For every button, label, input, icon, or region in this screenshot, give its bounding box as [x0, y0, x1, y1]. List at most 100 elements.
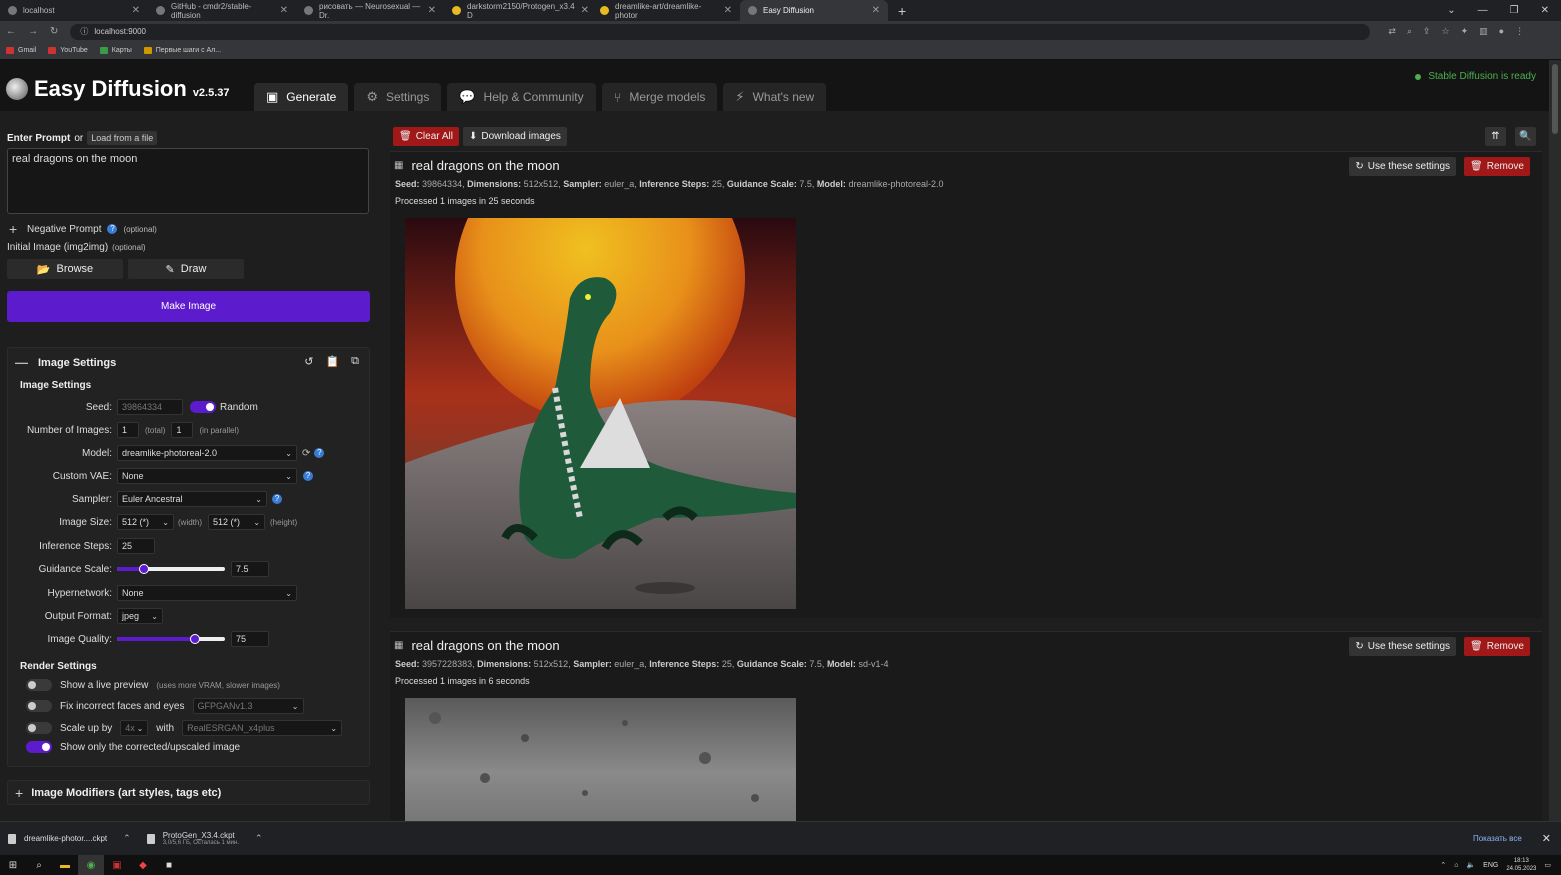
- help-icon[interactable]: ?: [314, 448, 325, 458]
- explorer-icon[interactable]: ▬: [52, 855, 78, 875]
- browser-tab[interactable]: GitHub - cmdr2/stable-diffusion ✕: [148, 0, 296, 21]
- back-icon[interactable]: ←: [6, 26, 16, 37]
- help-icon[interactable]: ?: [272, 494, 282, 504]
- bookmark-first-steps[interactable]: Первые шаги с Ал...: [143, 47, 221, 54]
- browser-tab[interactable]: localhost ✕: [0, 0, 148, 21]
- close-icon[interactable]: ✕: [724, 5, 732, 16]
- url-input[interactable]: ⓘ localhost:9000: [70, 23, 1371, 40]
- tab-settings[interactable]: ⚙ Settings: [354, 83, 442, 111]
- use-settings-button[interactable]: ↻ Use these settings: [1349, 157, 1456, 176]
- bookmark-maps[interactable]: Карты: [99, 47, 132, 54]
- image-modifiers-header[interactable]: + Image Modifiers (art styles, tags etc): [7, 780, 370, 805]
- clipboard-icon[interactable]: 📋: [325, 355, 339, 368]
- height-select[interactable]: 512 (*) ⌄: [208, 514, 266, 530]
- use-settings-button[interactable]: ↻ Use these settings: [1349, 637, 1456, 656]
- reset-icon[interactable]: ↺: [304, 355, 313, 368]
- grip-icon[interactable]: ▦: [394, 640, 403, 651]
- quality-input[interactable]: 75: [231, 631, 269, 647]
- zoom-icon[interactable]: ⌕: [1407, 26, 1412, 37]
- sampler-select[interactable]: Euler Ancestral ⌄: [117, 491, 267, 507]
- show-corrected-toggle[interactable]: [26, 741, 52, 753]
- steps-input[interactable]: 25: [117, 538, 155, 554]
- auto-scroll-button[interactable]: ⇈: [1485, 127, 1506, 146]
- num-images-input[interactable]: 1: [117, 422, 139, 438]
- grip-icon[interactable]: ▦: [394, 160, 403, 171]
- vae-select[interactable]: None ⌄: [117, 468, 297, 484]
- browser-tab[interactable]: рисовать — Neurosexual — Dr. ✕: [296, 0, 444, 21]
- refresh-icon[interactable]: ⟳: [302, 448, 310, 459]
- volume-icon[interactable]: 🔈: [1466, 861, 1475, 869]
- show-all-downloads-link[interactable]: Показать все: [1463, 834, 1532, 843]
- bookmark-gmail[interactable]: Gmail: [6, 47, 36, 54]
- prompt-textarea[interactable]: real dragons on the moon: [7, 148, 369, 214]
- tab-help-community[interactable]: 💬 Help & Community: [447, 83, 596, 111]
- model-select[interactable]: dreamlike-photoreal-2.0 ⌄: [117, 445, 297, 461]
- output-format-select[interactable]: jpeg ⌄: [117, 608, 163, 624]
- browse-button[interactable]: 📂 Browse: [7, 259, 123, 279]
- fix-faces-toggle[interactable]: [26, 700, 52, 712]
- tab-merge-models[interactable]: ⑂ Merge models: [601, 83, 718, 111]
- help-icon[interactable]: ?: [303, 471, 313, 481]
- quality-slider[interactable]: [117, 634, 225, 644]
- width-select[interactable]: 512 (*) ⌄: [117, 514, 174, 530]
- scale-up-toggle[interactable]: [26, 722, 52, 734]
- download-images-button[interactable]: ⬇ Download images: [463, 127, 567, 146]
- star-icon[interactable]: ☆: [1442, 26, 1450, 37]
- close-icon[interactable]: ✕: [132, 5, 140, 16]
- hypernetwork-select[interactable]: None ⌄: [117, 585, 297, 601]
- scale-factor-select[interactable]: 4x ⌄: [120, 720, 149, 736]
- network-icon[interactable]: ⌂: [1454, 862, 1458, 869]
- puzzle-icon[interactable]: ✦: [1461, 26, 1469, 37]
- close-icon[interactable]: ✕: [872, 5, 880, 16]
- maximize-icon[interactable]: ❐: [1510, 5, 1519, 16]
- negative-prompt-toggle[interactable]: + Negative Prompt ? (optional): [9, 221, 157, 237]
- menu-icon[interactable]: ⋮: [1515, 26, 1524, 37]
- reload-icon[interactable]: ↻: [50, 26, 58, 37]
- close-icon[interactable]: ✕: [428, 5, 436, 16]
- clock[interactable]: 18:13 24.05.2023: [1506, 857, 1536, 873]
- chevron-up-icon[interactable]: ⌃: [255, 833, 263, 844]
- chevron-up-icon[interactable]: ⌃: [123, 833, 131, 844]
- close-downloads-icon[interactable]: ✕: [1532, 832, 1561, 845]
- seed-input[interactable]: 39864334: [117, 399, 183, 415]
- app-icon[interactable]: ◆: [130, 855, 156, 875]
- share-icon[interactable]: ⇪: [1423, 26, 1431, 37]
- browser-tab[interactable]: darkstorm2150/Protogen_x3.4 D ✕: [444, 0, 592, 21]
- terminal-icon[interactable]: ■: [156, 855, 182, 875]
- profile-icon[interactable]: ●: [1499, 26, 1504, 37]
- browser-tab[interactable]: dreamlike-art/dreamlike-photor ✕: [592, 0, 740, 21]
- zoom-button[interactable]: 🔍: [1515, 127, 1536, 146]
- guidance-slider[interactable]: [117, 564, 225, 574]
- chrome-icon[interactable]: ◉: [78, 855, 104, 875]
- search-icon[interactable]: ⌕: [26, 855, 52, 875]
- make-image-button[interactable]: Make Image: [7, 291, 370, 322]
- face-model-select[interactable]: GFPGANv1.3 ⌄: [192, 698, 304, 714]
- download-item[interactable]: dreamlike-photor....ckpt ⌃: [0, 822, 139, 856]
- image-settings-header[interactable]: — Image Settings: [15, 355, 116, 370]
- upscaler-select[interactable]: RealESRGAN_x4plus ⌄: [182, 720, 343, 736]
- remove-button[interactable]: 🗑 Remove: [1464, 157, 1530, 176]
- minimize-icon[interactable]: —: [1478, 5, 1488, 16]
- translate-icon[interactable]: ⇄: [1388, 26, 1396, 37]
- random-seed-toggle[interactable]: [190, 401, 216, 413]
- generated-image[interactable]: [405, 698, 796, 821]
- download-item[interactable]: ProtoGen_X3.4.ckpt 3,0/5,6 ГБ, Осталась …: [139, 822, 271, 856]
- close-window-icon[interactable]: ✕: [1541, 5, 1549, 16]
- clear-all-button[interactable]: 🗑 Clear All: [393, 127, 459, 146]
- draw-button[interactable]: ✎ Draw: [128, 259, 244, 279]
- close-icon[interactable]: ✕: [581, 5, 589, 16]
- copy-icon[interactable]: ⧉: [351, 355, 359, 368]
- page-scrollbar[interactable]: [1549, 60, 1561, 821]
- notification-icon[interactable]: ▭: [1544, 861, 1551, 869]
- chevron-up-icon[interactable]: ⌃: [1440, 861, 1446, 869]
- new-tab-button[interactable]: +: [888, 0, 916, 21]
- app-icon[interactable]: ▣: [104, 855, 130, 875]
- guidance-input[interactable]: 7.5: [231, 561, 269, 577]
- close-icon[interactable]: ✕: [280, 5, 288, 16]
- tab-whats-new[interactable]: ⚡ What's new: [723, 83, 827, 111]
- browser-tab-active[interactable]: Easy Diffusion ✕: [740, 0, 888, 21]
- tab-generate[interactable]: ▣ Generate: [254, 83, 349, 111]
- tab-search-icon[interactable]: ⌄: [1447, 5, 1455, 16]
- help-icon[interactable]: ?: [107, 224, 118, 234]
- scrollbar-thumb[interactable]: [1552, 64, 1558, 134]
